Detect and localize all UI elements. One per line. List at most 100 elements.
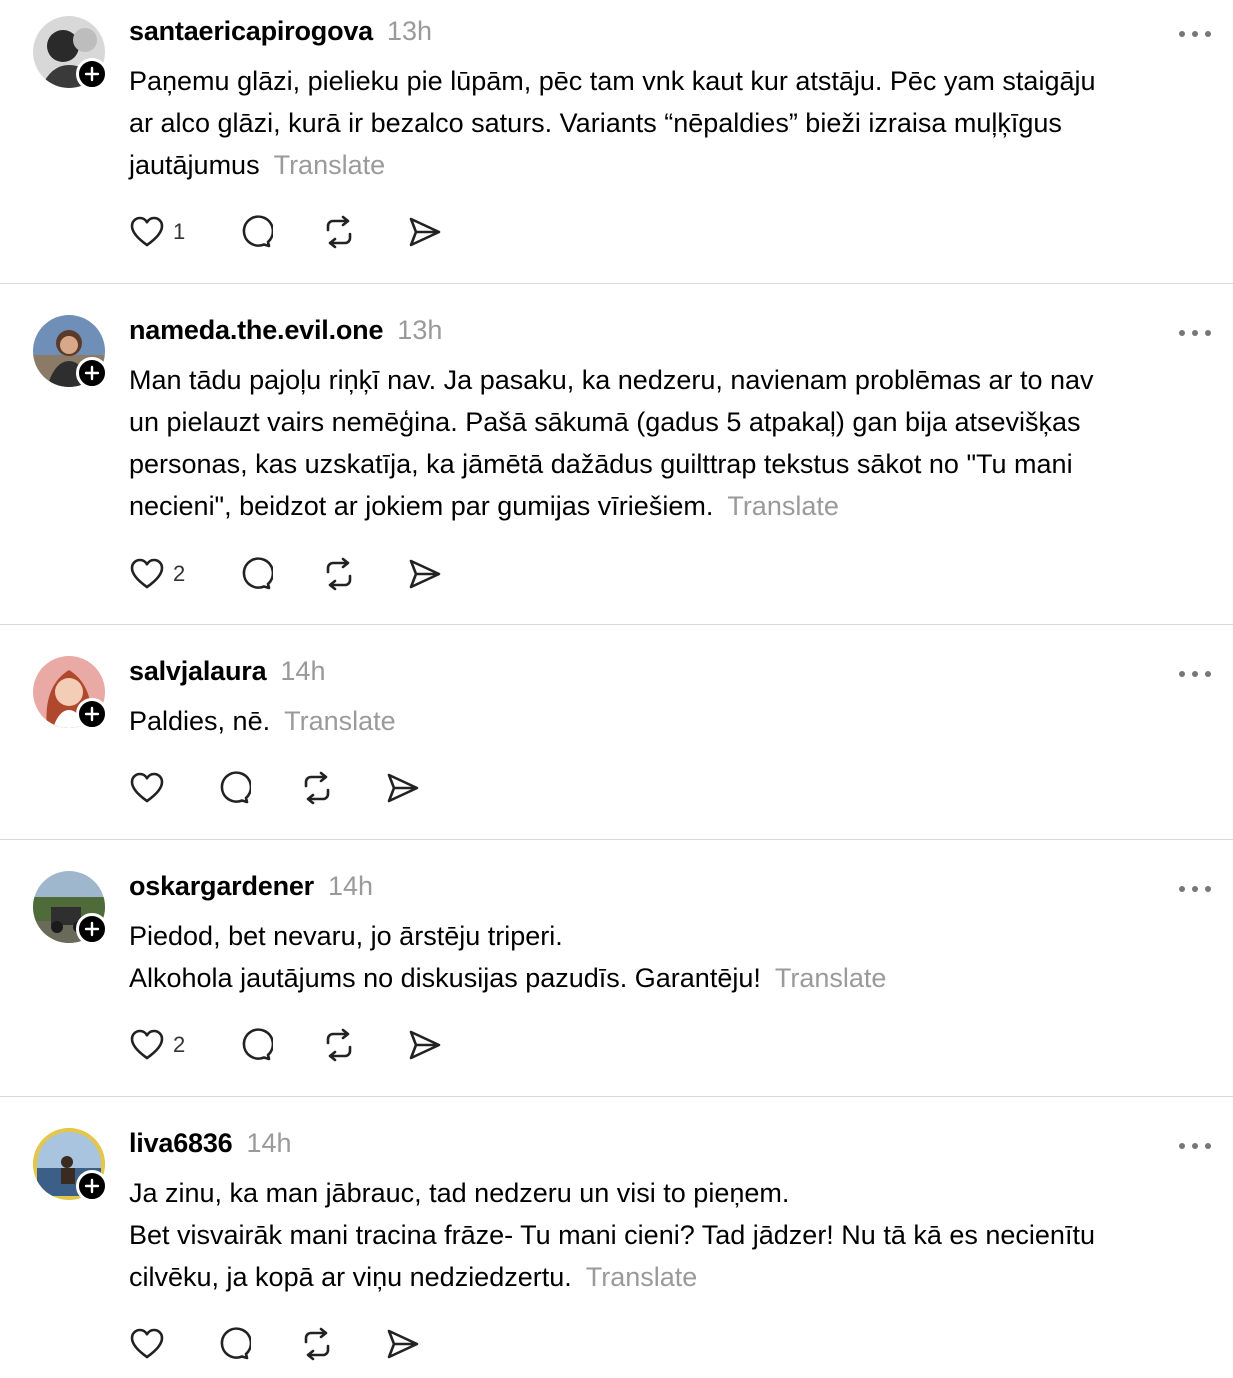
- repost-button[interactable]: [321, 212, 357, 252]
- plus-icon: [84, 365, 100, 381]
- post-header: liva6836 14h: [129, 1128, 292, 1164]
- comment-icon: [242, 557, 273, 590]
- post-header: santaericapirogova 13h: [129, 16, 432, 52]
- more-button[interactable]: [1176, 24, 1216, 44]
- more-icon: [1179, 330, 1211, 336]
- share-button[interactable]: [407, 1025, 443, 1065]
- like-count: 2: [173, 561, 186, 586]
- follow-button[interactable]: [76, 357, 108, 389]
- more-icon: [1179, 1143, 1211, 1149]
- repost-button[interactable]: [299, 768, 335, 808]
- follow-button[interactable]: [76, 1170, 108, 1202]
- post-header: nameda.the.evil.one 13h: [129, 315, 442, 351]
- plus-icon: [84, 1178, 100, 1194]
- plus-icon: [84, 706, 100, 722]
- reply-button[interactable]: [215, 768, 251, 808]
- more-icon: [1179, 671, 1211, 677]
- reply-button[interactable]: [237, 554, 273, 594]
- heart-icon: [130, 1029, 164, 1060]
- post-body: Paņemu glāzi, pielieku pie lūpām, pēc ta…: [129, 60, 1199, 186]
- timestamp[interactable]: 14h: [247, 1128, 292, 1159]
- repost-button[interactable]: [321, 554, 357, 594]
- avatar[interactable]: [33, 656, 108, 730]
- translate-link[interactable]: Translate: [727, 491, 839, 521]
- comment-icon: [220, 771, 251, 804]
- post-text: Paldies, nē.: [129, 706, 271, 736]
- username[interactable]: liva6836: [129, 1128, 233, 1159]
- avatar[interactable]: [33, 315, 108, 389]
- like-button[interactable]: 1: [129, 212, 185, 252]
- more-button[interactable]: [1176, 879, 1216, 899]
- follow-button[interactable]: [76, 58, 108, 90]
- heart-icon: [130, 772, 164, 803]
- post-text: Man tādu pajoļu riņķī nav. Ja pasaku, ka…: [129, 365, 1094, 521]
- timestamp[interactable]: 13h: [387, 16, 432, 47]
- more-button[interactable]: [1176, 323, 1216, 343]
- repost-icon: [326, 1028, 352, 1062]
- timestamp[interactable]: 14h: [280, 656, 325, 687]
- share-icon: [409, 217, 441, 247]
- share-icon: [387, 773, 419, 803]
- like-button[interactable]: [129, 768, 165, 808]
- divider: [0, 839, 1233, 840]
- follow-button[interactable]: [76, 913, 108, 945]
- divider: [0, 283, 1233, 284]
- plus-icon: [84, 66, 100, 82]
- share-button[interactable]: [407, 554, 443, 594]
- like-count: 2: [173, 1032, 186, 1057]
- divider: [0, 1096, 1233, 1097]
- comment-icon: [220, 1327, 251, 1360]
- more-icon: [1179, 886, 1211, 892]
- avatar[interactable]: [33, 16, 108, 90]
- repost-icon: [304, 1327, 330, 1361]
- like-button[interactable]: [129, 1324, 165, 1364]
- post-body: Piedod, bet nevaru, jo ārstēju triperi. …: [129, 915, 1199, 999]
- reply-button[interactable]: [237, 1025, 273, 1065]
- username[interactable]: oskargardener: [129, 871, 314, 902]
- repost-button[interactable]: [321, 1025, 357, 1065]
- timestamp[interactable]: 13h: [397, 315, 442, 346]
- heart-icon: [130, 1328, 164, 1359]
- repost-icon: [304, 771, 330, 805]
- comment-icon: [242, 215, 273, 248]
- like-button[interactable]: 2: [129, 554, 185, 594]
- post-body: Man tādu pajoļu riņķī nav. Ja pasaku, ka…: [129, 359, 1199, 527]
- username[interactable]: nameda.the.evil.one: [129, 315, 383, 346]
- share-button[interactable]: [385, 1324, 421, 1364]
- share-icon: [409, 1030, 441, 1060]
- avatar[interactable]: [33, 871, 108, 945]
- reply-button[interactable]: [215, 1324, 251, 1364]
- more-icon: [1179, 31, 1211, 37]
- comment-icon: [242, 1028, 273, 1061]
- post-text: Piedod, bet nevaru, jo ārstēju triperi. …: [129, 921, 761, 993]
- share-button[interactable]: [407, 212, 443, 252]
- post-header: oskargardener 14h: [129, 871, 373, 907]
- plus-icon: [84, 921, 100, 937]
- translate-link[interactable]: Translate: [274, 150, 386, 180]
- translate-link[interactable]: Translate: [284, 706, 396, 736]
- reply-button[interactable]: [237, 212, 273, 252]
- heart-icon: [130, 558, 164, 589]
- post-header: salvjalaura 14h: [129, 656, 325, 692]
- translate-link[interactable]: Translate: [775, 963, 887, 993]
- share-button[interactable]: [385, 768, 421, 808]
- username[interactable]: salvjalaura: [129, 656, 267, 687]
- username[interactable]: santaericapirogova: [129, 16, 373, 47]
- repost-button[interactable]: [299, 1324, 335, 1364]
- like-button[interactable]: 2: [129, 1025, 185, 1065]
- avatar[interactable]: [33, 1128, 108, 1202]
- like-count: 1: [173, 219, 186, 244]
- repost-icon: [326, 557, 352, 591]
- more-button[interactable]: [1176, 1136, 1216, 1156]
- post-body: Paldies, nē. Translate: [129, 700, 1199, 742]
- share-icon: [409, 559, 441, 589]
- share-icon: [387, 1329, 419, 1359]
- divider: [0, 624, 1233, 625]
- repost-icon: [326, 215, 352, 249]
- heart-icon: [130, 216, 164, 247]
- translate-link[interactable]: Translate: [586, 1262, 698, 1292]
- more-button[interactable]: [1176, 664, 1216, 684]
- timestamp[interactable]: 14h: [328, 871, 373, 902]
- post-body: Ja zinu, ka man jābrauc, tad nedzeru un …: [129, 1172, 1199, 1298]
- follow-button[interactable]: [76, 698, 108, 730]
